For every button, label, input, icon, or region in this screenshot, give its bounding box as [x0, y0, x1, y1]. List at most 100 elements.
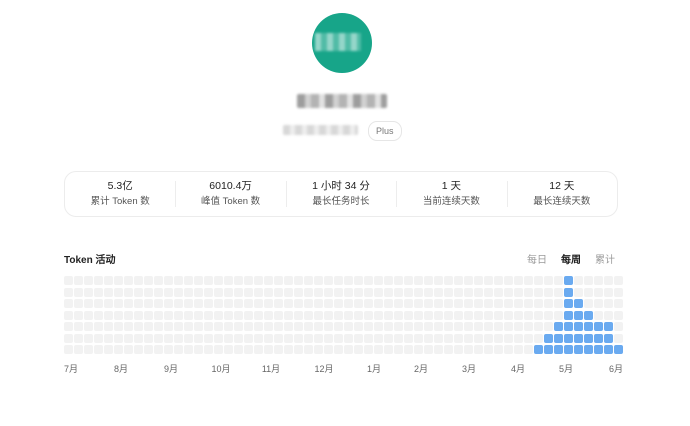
heatmap-cell: [234, 333, 243, 343]
heatmap-cell: [514, 276, 523, 285]
heatmap-cell: [84, 322, 93, 331]
heatmap-cell: [344, 276, 353, 285]
heatmap-cell: [84, 345, 93, 354]
heatmap-cell: [504, 276, 513, 285]
heatmap-cell: [334, 345, 343, 354]
heatmap-cell: [594, 276, 603, 285]
heatmap-cell: [304, 322, 313, 331]
heatmap-cell: [234, 276, 243, 285]
heatmap-cell: [224, 345, 233, 354]
heatmap-cell: [364, 345, 373, 354]
heatmap-cell: [154, 299, 163, 308]
heatmap-cell: [364, 333, 373, 343]
heatmap-cell: [84, 310, 93, 320]
heatmap-cell: [244, 276, 253, 285]
heatmap-cell: [524, 345, 533, 354]
month-label: 4月: [510, 364, 526, 374]
heatmap-cell: [394, 333, 403, 343]
heatmap-cell: [484, 345, 493, 354]
heatmap-cell: [554, 310, 563, 320]
heatmap-cell: [504, 310, 513, 320]
heatmap-cell: [104, 322, 113, 331]
stat-longest-streak: 12 天 最长连续天数: [506, 179, 617, 209]
heatmap-cell: [344, 287, 353, 297]
tab-daily[interactable]: 每日: [527, 251, 547, 266]
heatmap-cell: [544, 310, 553, 320]
heatmap-cell: [404, 310, 413, 320]
heatmap-cell: [464, 345, 473, 354]
heatmap-cell: [164, 276, 173, 285]
heatmap-cell: [244, 345, 253, 354]
heatmap-cell: [254, 276, 263, 285]
heatmap-cell: [364, 287, 373, 297]
heatmap-cell: [424, 322, 433, 331]
heatmap-cell: [114, 345, 123, 354]
tab-weekly[interactable]: 每周: [561, 251, 581, 266]
heatmap-cell: [344, 345, 353, 354]
heatmap-cell: [584, 322, 593, 331]
heatmap-cell: [294, 287, 303, 297]
heatmap-cell: [574, 322, 583, 331]
heatmap-cell: [284, 310, 293, 320]
heatmap-cell: [194, 310, 203, 320]
heatmap-cell: [234, 299, 243, 308]
heatmap-cell: [614, 287, 623, 297]
heatmap-cell: [534, 276, 543, 285]
heatmap-cell: [174, 287, 183, 297]
heatmap-cell: [174, 322, 183, 331]
heatmap-cell: [314, 322, 323, 331]
heatmap-cell: [384, 299, 393, 308]
heatmap-cell: [584, 299, 593, 308]
heatmap-cell: [374, 322, 383, 331]
month-label: 5月: [558, 364, 574, 374]
month-label: 8月: [113, 364, 129, 374]
heatmap-cell: [564, 345, 573, 354]
heatmap-cell: [574, 345, 583, 354]
heatmap-cell: [334, 287, 343, 297]
stat-value: 1 小时 34 分: [312, 180, 370, 192]
tab-cumulative[interactable]: 累计: [595, 251, 615, 266]
heatmap-cell: [104, 299, 113, 308]
heatmap-cell: [174, 310, 183, 320]
heatmap-cell: [604, 287, 613, 297]
heatmap-cell: [514, 322, 523, 331]
heatmap-cell: [574, 310, 583, 320]
heatmap-cell: [384, 287, 393, 297]
heatmap-cell: [264, 345, 273, 354]
heatmap-cell: [574, 299, 583, 308]
heatmap-cell: [464, 333, 473, 343]
heatmap-cell: [514, 345, 523, 354]
heatmap-cell: [134, 299, 143, 308]
heatmap-cell: [314, 345, 323, 354]
heatmap-cell: [104, 333, 113, 343]
heatmap-cell: [124, 345, 133, 354]
heatmap-cell: [214, 287, 223, 297]
heatmap-cell: [404, 333, 413, 343]
heatmap-cell: [374, 276, 383, 285]
heatmap-cell: [534, 299, 543, 308]
heatmap-cell: [324, 333, 333, 343]
heatmap-cell: [534, 310, 543, 320]
heatmap-cell: [404, 276, 413, 285]
heatmap-cell: [544, 345, 553, 354]
heatmap-cell: [304, 310, 313, 320]
heatmap-cell: [484, 322, 493, 331]
heatmap-cell: [394, 310, 403, 320]
heatmap-cell: [444, 276, 453, 285]
heatmap-cell: [584, 310, 593, 320]
heatmap-cell: [374, 345, 383, 354]
heatmap-cell: [124, 333, 133, 343]
heatmap-cell: [464, 276, 473, 285]
heatmap-cell: [354, 322, 363, 331]
heatmap-cell: [144, 299, 153, 308]
heatmap-cell: [74, 333, 83, 343]
heatmap-cell: [344, 333, 353, 343]
heatmap-cell: [194, 287, 203, 297]
heatmap-cell: [224, 310, 233, 320]
heatmap-cell: [94, 333, 103, 343]
heatmap-cell: [494, 287, 503, 297]
heatmap-cell: [524, 310, 533, 320]
heatmap-cell: [554, 345, 563, 354]
heatmap-cell: [184, 333, 193, 343]
heatmap-cell: [414, 276, 423, 285]
